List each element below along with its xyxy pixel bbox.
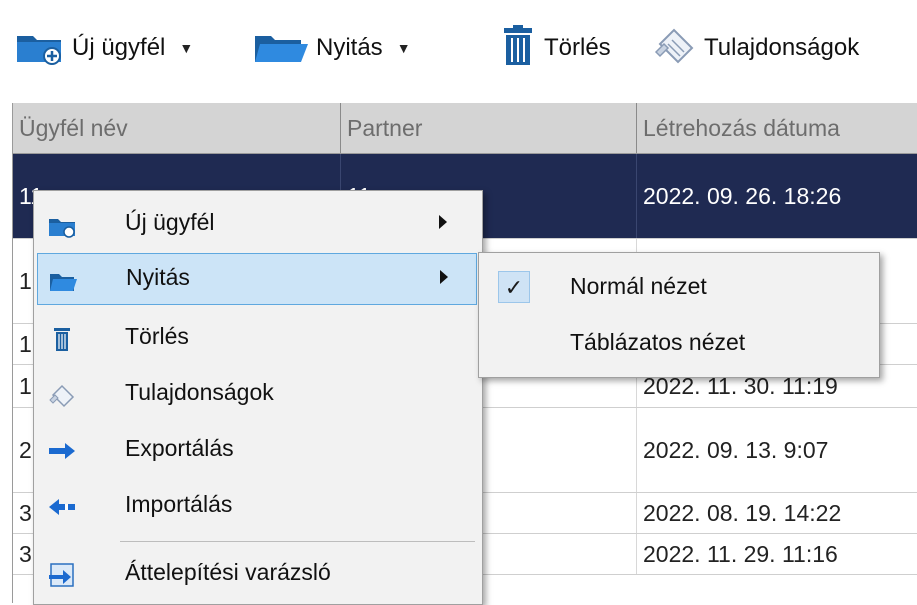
cell-created-date: 2022. 09. 13. 9:07 [637,408,917,492]
menu-item-label: Tulajdonságok [125,379,274,405]
submenu-arrow-icon [440,270,448,284]
submenu-item-table-view[interactable]: Táblázatos nézet [482,315,874,371]
trash-icon [498,24,538,73]
import-icon [47,493,77,521]
menu-item-new-client[interactable]: Új ügyfél [37,199,477,251]
menu-item-label: Új ügyfél [125,209,215,235]
trash-icon [47,325,77,353]
check-placeholder [498,327,530,359]
open-folder-icon [252,26,310,71]
properties-icon [650,22,698,75]
menu-item-delete[interactable]: Törlés [37,313,477,365]
open-button[interactable]: Nyitás ▼ [252,18,411,78]
column-header-created-date[interactable]: Létrehozás dátuma [637,103,917,153]
context-menu: Új ügyfél Nyitás Törlés Tulajdonságok Ex… [33,190,483,605]
properties-icon [47,381,77,409]
new-client-button[interactable]: Új ügyfél ▼ [14,18,193,78]
delete-button[interactable]: Törlés [498,18,611,78]
menu-item-label: Exportálás [125,435,234,461]
cell-created-date: 2022. 11. 29. 11:16 [637,534,917,574]
menu-item-label: Importálás [125,491,233,517]
menu-item-label: Áttelepítési varázsló [125,559,331,585]
column-header-partner[interactable]: Partner [341,103,637,153]
menu-item-open[interactable]: Nyitás [37,253,477,305]
delete-label: Törlés [544,34,611,61]
new-client-label: Új ügyfél [72,34,166,61]
open-folder-icon [48,266,78,294]
menu-item-export[interactable]: Exportálás [37,425,477,477]
menu-item-label: Nyitás [126,264,190,290]
grid-header: Ügyfél név Partner Létrehozás dátuma [13,103,917,154]
toolbar: Új ügyfél ▼ Nyitás ▼ Törlés Tulajdonságo… [0,0,917,100]
check-icon: ✓ [498,271,530,303]
properties-label: Tulajdonságok [704,34,860,61]
cell-created-date: 2022. 09. 26. 18:26 [637,154,917,238]
submenu-item-normal-view[interactable]: ✓ Normál nézet [482,259,874,315]
submenu-item-label: Táblázatos nézet [570,329,746,355]
open-label: Nyitás [316,34,383,61]
menu-separator [120,541,475,542]
open-submenu: ✓ Normál nézet Táblázatos nézet [478,252,880,378]
chevron-down-icon[interactable]: ▼ [397,40,411,56]
cell-created-date: 2022. 08. 19. 14:22 [637,493,917,533]
submenu-item-label: Normál nézet [570,273,707,299]
menu-item-import[interactable]: Importálás [37,481,477,533]
properties-button[interactable]: Tulajdonságok [650,18,859,78]
export-icon [47,437,77,465]
new-client-icon [14,26,66,71]
menu-item-label: Törlés [125,323,189,349]
migration-wizard-icon [47,561,77,589]
chevron-down-icon[interactable]: ▼ [179,40,193,56]
submenu-arrow-icon [439,215,447,229]
menu-item-migration-wizard[interactable]: Áttelepítési varázsló [37,549,477,601]
column-header-client-name[interactable]: Ügyfél név [13,103,341,153]
menu-item-properties[interactable]: Tulajdonságok [37,369,477,421]
new-client-icon [47,211,77,239]
